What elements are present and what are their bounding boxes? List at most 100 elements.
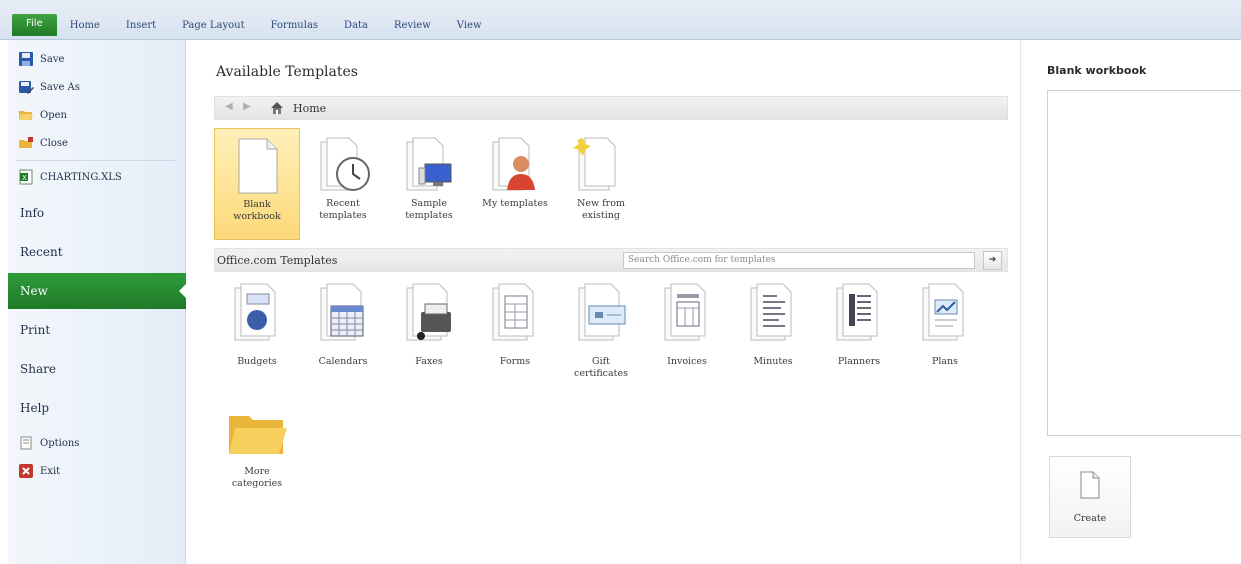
sidebar-item-open[interactable]: Open [8,102,186,128]
office-templates-title: Office.com Templates [217,254,338,267]
sidebar-item-label: Open [40,109,67,121]
back-arrow-icon[interactable]: ◀ [225,101,233,112]
preview-pane: Blank workbook Create [1020,40,1241,564]
recent-templates-icon [320,137,370,191]
sidebar-item-recent[interactable]: Recent [8,234,186,270]
search-input[interactable]: Search Office.com for templates [623,252,975,269]
exit-icon [19,464,33,478]
create-label: Create [1073,513,1107,524]
sidebar-item-save-as[interactable]: Save As [8,74,186,100]
minutes-icon [750,283,792,341]
save-as-icon [19,81,34,94]
sidebar-item-label: Save [40,53,65,65]
excel-file-icon: X [19,169,33,185]
save-icon [19,52,33,66]
category-gift-certificates[interactable]: Gift certificates [558,280,644,388]
blank-workbook-icon [238,138,278,194]
budgets-icon [234,283,276,341]
sidebar-item-info[interactable]: Info [8,195,186,231]
folder-icon [229,416,287,454]
category-label: Calendars [318,356,368,367]
category-faxes[interactable]: Faxes [386,280,472,388]
sidebar-item-exit[interactable]: Exit [8,458,186,484]
category-invoices[interactable]: Invoices [644,280,730,388]
sidebar-divider [16,160,176,161]
category-plans[interactable]: Plans [902,280,988,388]
template-sample-templates[interactable]: Sample templates [386,128,472,240]
template-label: Recent templates [319,198,367,221]
tab-insert[interactable]: Insert [113,20,169,36]
template-label: My templates [482,198,548,209]
ribbon: File Home Insert Page Layout Formulas Da… [0,0,1241,40]
forms-icon [492,283,534,341]
category-more-categories[interactable]: More categories [214,406,300,514]
sidebar-item-label: Save As [40,81,80,93]
tab-page-layout[interactable]: Page Layout [169,20,257,36]
template-label: New from existing [577,198,625,221]
open-folder-icon [19,111,33,120]
category-label: Plans [931,356,959,367]
category-forms[interactable]: Forms [472,280,558,388]
tab-home[interactable]: Home [57,20,113,36]
sidebar-item-recent-file[interactable]: X CHARTING.XLS [8,164,186,190]
sidebar-item-new[interactable]: New [8,273,187,309]
search-button[interactable]: ➔ [983,251,1002,270]
gift-certificates-icon [578,283,626,341]
sidebar-item-close[interactable]: Close [8,130,186,156]
tab-review[interactable]: Review [381,20,444,36]
sidebar-item-label: Options [40,437,80,449]
template-label: Blank workbook [233,199,281,222]
tab-view[interactable]: View [444,20,495,36]
breadcrumb-home[interactable]: Home [293,102,326,115]
sidebar-item-save[interactable]: Save [8,46,186,72]
document-icon [1080,471,1100,499]
template-blank-workbook[interactable]: Blank workbook [214,128,300,240]
sample-templates-icon [406,137,452,191]
category-calendars[interactable]: Calendars [300,280,386,388]
plans-icon [922,283,964,341]
sidebar-item-help[interactable]: Help [8,390,186,426]
category-label: Faxes [415,356,443,367]
category-planners[interactable]: Planners [816,280,902,388]
sidebar-item-label: CHARTING.XLS [40,171,122,183]
template-new-from-existing[interactable]: New from existing [558,128,644,240]
sidebar-item-label: Close [40,137,68,149]
options-icon [20,436,32,450]
preview-title: Blank workbook [1047,64,1147,77]
tab-data[interactable]: Data [331,20,381,36]
template-my-templates[interactable]: My templates [472,128,558,240]
close-folder-icon [19,137,33,148]
template-recent-templates[interactable]: Recent templates [300,128,386,240]
template-preview [1047,90,1241,436]
template-label: Sample templates [405,198,453,221]
category-label: Minutes [753,356,793,367]
sidebar-item-print[interactable]: Print [8,312,186,348]
home-icon[interactable] [269,100,285,116]
tab-file[interactable]: File [12,14,57,36]
forward-arrow-icon[interactable]: ▶ [243,101,251,112]
invoices-icon [664,283,706,341]
category-label: Gift certificates [574,356,628,379]
category-label: Invoices [667,356,707,367]
office-templates-bar: Office.com Templates Search Office.com f… [214,248,1008,272]
new-from-existing-icon [573,137,616,191]
ribbon-tabs: File Home Insert Page Layout Formulas Da… [12,14,495,36]
backstage-sidebar: Save Save As Open Close X CHARTING.XLS I… [8,40,187,564]
category-label: Forms [499,356,531,367]
sidebar-item-options[interactable]: Options [8,430,186,456]
category-label: More categories [231,466,283,489]
arrow-right-icon: ➔ [988,255,997,265]
tab-formulas[interactable]: Formulas [258,20,331,36]
sidebar-item-label: Exit [40,465,61,477]
category-budgets[interactable]: Budgets [214,280,300,388]
planners-icon [836,283,878,341]
category-label: Planners [837,356,881,367]
template-nav-bar: ◀ ▶ Home [214,96,1008,120]
create-button[interactable]: Create [1049,456,1131,538]
sidebar-item-share[interactable]: Share [8,351,186,387]
category-minutes[interactable]: Minutes [730,280,816,388]
my-templates-icon [492,137,535,191]
svg-text:X: X [22,174,27,182]
faxes-icon [406,283,451,341]
templates-panel: Available Templates ◀ ▶ Home Blank workbo… [186,40,1020,564]
